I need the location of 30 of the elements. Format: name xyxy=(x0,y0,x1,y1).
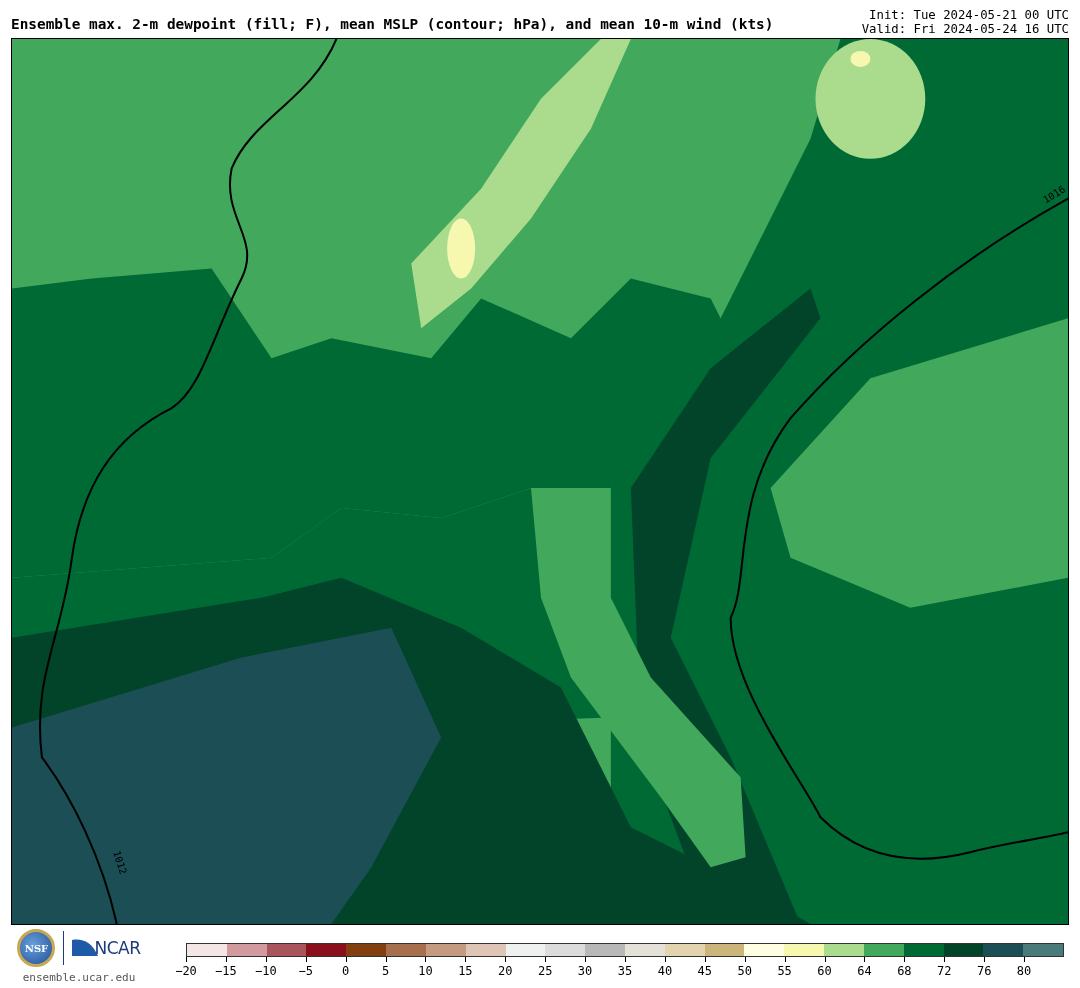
tick-label: 50 xyxy=(737,964,752,978)
tick-label: 20 xyxy=(498,964,513,978)
tick-label: −20 xyxy=(175,964,197,978)
tick-label: 64 xyxy=(857,964,872,978)
chart-title: Ensemble max. 2-m dewpoint (fill; F), mean MSLP (contour; hPa), and mean 10-m wind (kts) xyxy=(11,16,774,34)
ncar-wordmark: NCAR xyxy=(94,938,141,958)
tick-label: 0 xyxy=(342,964,350,978)
tick-label: −10 xyxy=(254,964,277,978)
contour-label: 1012 xyxy=(111,849,129,876)
init-time: Init: Tue 2024-05-21 00 UTC xyxy=(869,8,1069,22)
tick-label: 10 xyxy=(418,964,433,978)
tick-label: 68 xyxy=(897,964,912,978)
tick-label: 76 xyxy=(976,964,992,978)
globe-logo: NSF xyxy=(17,929,56,967)
valid-time: Valid: Fri 2024-05-24 16 UTC xyxy=(861,22,1069,36)
tick-label: −5 xyxy=(298,964,313,978)
tick-label: 72 xyxy=(937,964,952,978)
tick-label: 5 xyxy=(381,964,390,978)
tick-label: 40 xyxy=(657,964,673,978)
contour-label: 1016 xyxy=(1040,183,1068,206)
tick-label: 25 xyxy=(537,964,553,978)
tick-label: 80 xyxy=(1016,964,1032,978)
tick-label: −15 xyxy=(215,964,237,978)
site-url: ensemble.ucar.edu xyxy=(22,971,136,984)
tick-label: 15 xyxy=(458,964,473,978)
tick-label: 55 xyxy=(777,964,792,978)
tick-label: 30 xyxy=(577,964,593,978)
tick-label: 35 xyxy=(617,964,633,978)
tick-label: 45 xyxy=(697,964,713,978)
tick-label: 60 xyxy=(817,964,832,978)
